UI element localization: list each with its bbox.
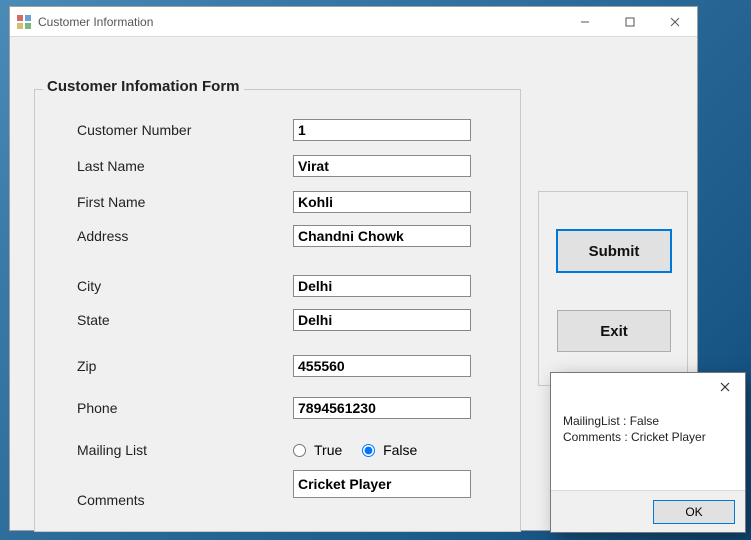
row-address: Address: [77, 224, 497, 248]
row-zip: Zip: [77, 354, 497, 378]
row-customer-number: Customer Number: [77, 118, 497, 142]
window-title: Customer Information: [38, 15, 153, 29]
input-address[interactable]: [293, 225, 471, 247]
row-last-name: Last Name: [77, 154, 497, 178]
label-comments: Comments: [77, 492, 293, 508]
window-buttons: [562, 7, 697, 36]
message-box: MailingList : False Comments : Cricket P…: [550, 372, 746, 533]
side-panel: Submit Exit: [538, 191, 688, 386]
message-box-body: MailingList : False Comments : Cricket P…: [551, 401, 745, 490]
message-line-1: MailingList : False: [563, 413, 733, 429]
input-city[interactable]: [293, 275, 471, 297]
input-zip[interactable]: [293, 355, 471, 377]
label-state: State: [77, 312, 293, 328]
row-first-name: First Name: [77, 190, 497, 214]
message-line-2: Comments : Cricket Player: [563, 429, 733, 445]
group-title: Customer Infomation Form: [43, 78, 244, 95]
message-box-titlebar: [551, 373, 745, 401]
minimize-button[interactable]: [562, 7, 607, 36]
exit-button[interactable]: Exit: [557, 310, 671, 352]
label-mailing-list: Mailing List: [77, 442, 293, 458]
label-first-name: First Name: [77, 194, 293, 210]
mailing-list-radios: True False: [293, 442, 417, 458]
message-box-close[interactable]: [705, 373, 745, 401]
submit-button[interactable]: Submit: [557, 230, 671, 272]
row-state: State: [77, 308, 497, 332]
row-mailing-list: Mailing List True False: [77, 438, 497, 462]
input-last-name[interactable]: [293, 155, 471, 177]
label-address: Address: [77, 228, 293, 244]
app-icon: [16, 14, 32, 30]
label-customer-number: Customer Number: [77, 122, 293, 138]
label-phone: Phone: [77, 400, 293, 416]
radio-true-label: True: [314, 442, 342, 458]
titlebar: Customer Information: [10, 7, 697, 37]
label-city: City: [77, 278, 293, 294]
row-city: City: [77, 274, 497, 298]
input-phone[interactable]: [293, 397, 471, 419]
radio-mailing-false[interactable]: [362, 444, 375, 457]
customer-form-group: Customer Infomation Form Customer Number…: [34, 89, 521, 532]
message-box-ok-button[interactable]: OK: [653, 500, 735, 524]
input-customer-number[interactable]: [293, 119, 471, 141]
input-comments[interactable]: [293, 470, 471, 498]
input-state[interactable]: [293, 309, 471, 331]
close-button[interactable]: [652, 7, 697, 36]
radio-false-label: False: [383, 442, 417, 458]
message-box-footer: OK: [551, 490, 745, 532]
label-zip: Zip: [77, 358, 293, 374]
label-last-name: Last Name: [77, 158, 293, 174]
radio-mailing-true[interactable]: [293, 444, 306, 457]
maximize-button[interactable]: [607, 7, 652, 36]
row-phone: Phone: [77, 396, 497, 420]
input-first-name[interactable]: [293, 191, 471, 213]
